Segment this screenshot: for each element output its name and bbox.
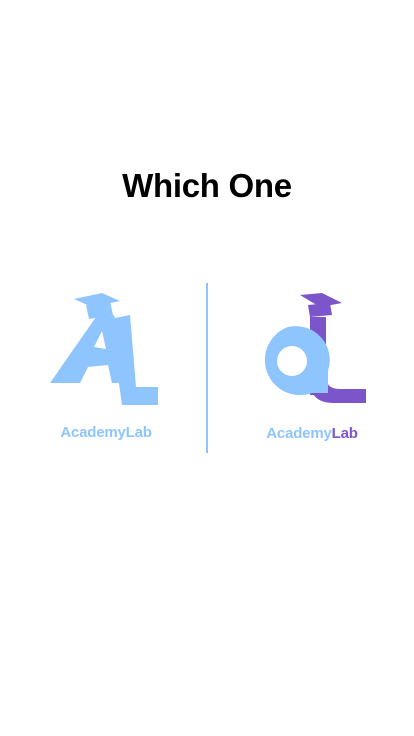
academylab-logo-al-icon — [50, 293, 158, 405]
logo-option-left[interactable]: AcademyLab — [36, 285, 176, 455]
page-title: Which One — [122, 167, 292, 204]
logo-option-right[interactable]: AcademyLab — [242, 285, 382, 455]
divider — [206, 283, 208, 453]
academylab-logo-al-rounded-icon — [264, 293, 366, 403]
brand-name-right-part1: Academy — [266, 425, 332, 442]
brand-name-right-part2: Lab — [331, 425, 358, 442]
brand-name-right: AcademyLab — [242, 425, 382, 442]
brand-name-left: AcademyLab — [60, 424, 152, 441]
